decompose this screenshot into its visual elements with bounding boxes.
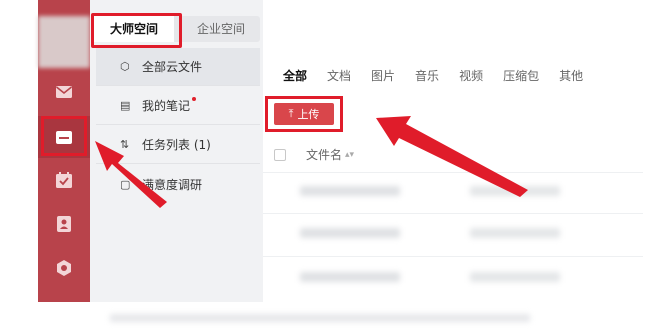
arrow-to-rail [95,141,167,208]
annotation-arrows [95,116,528,208]
arrow-to-upload [376,116,528,197]
